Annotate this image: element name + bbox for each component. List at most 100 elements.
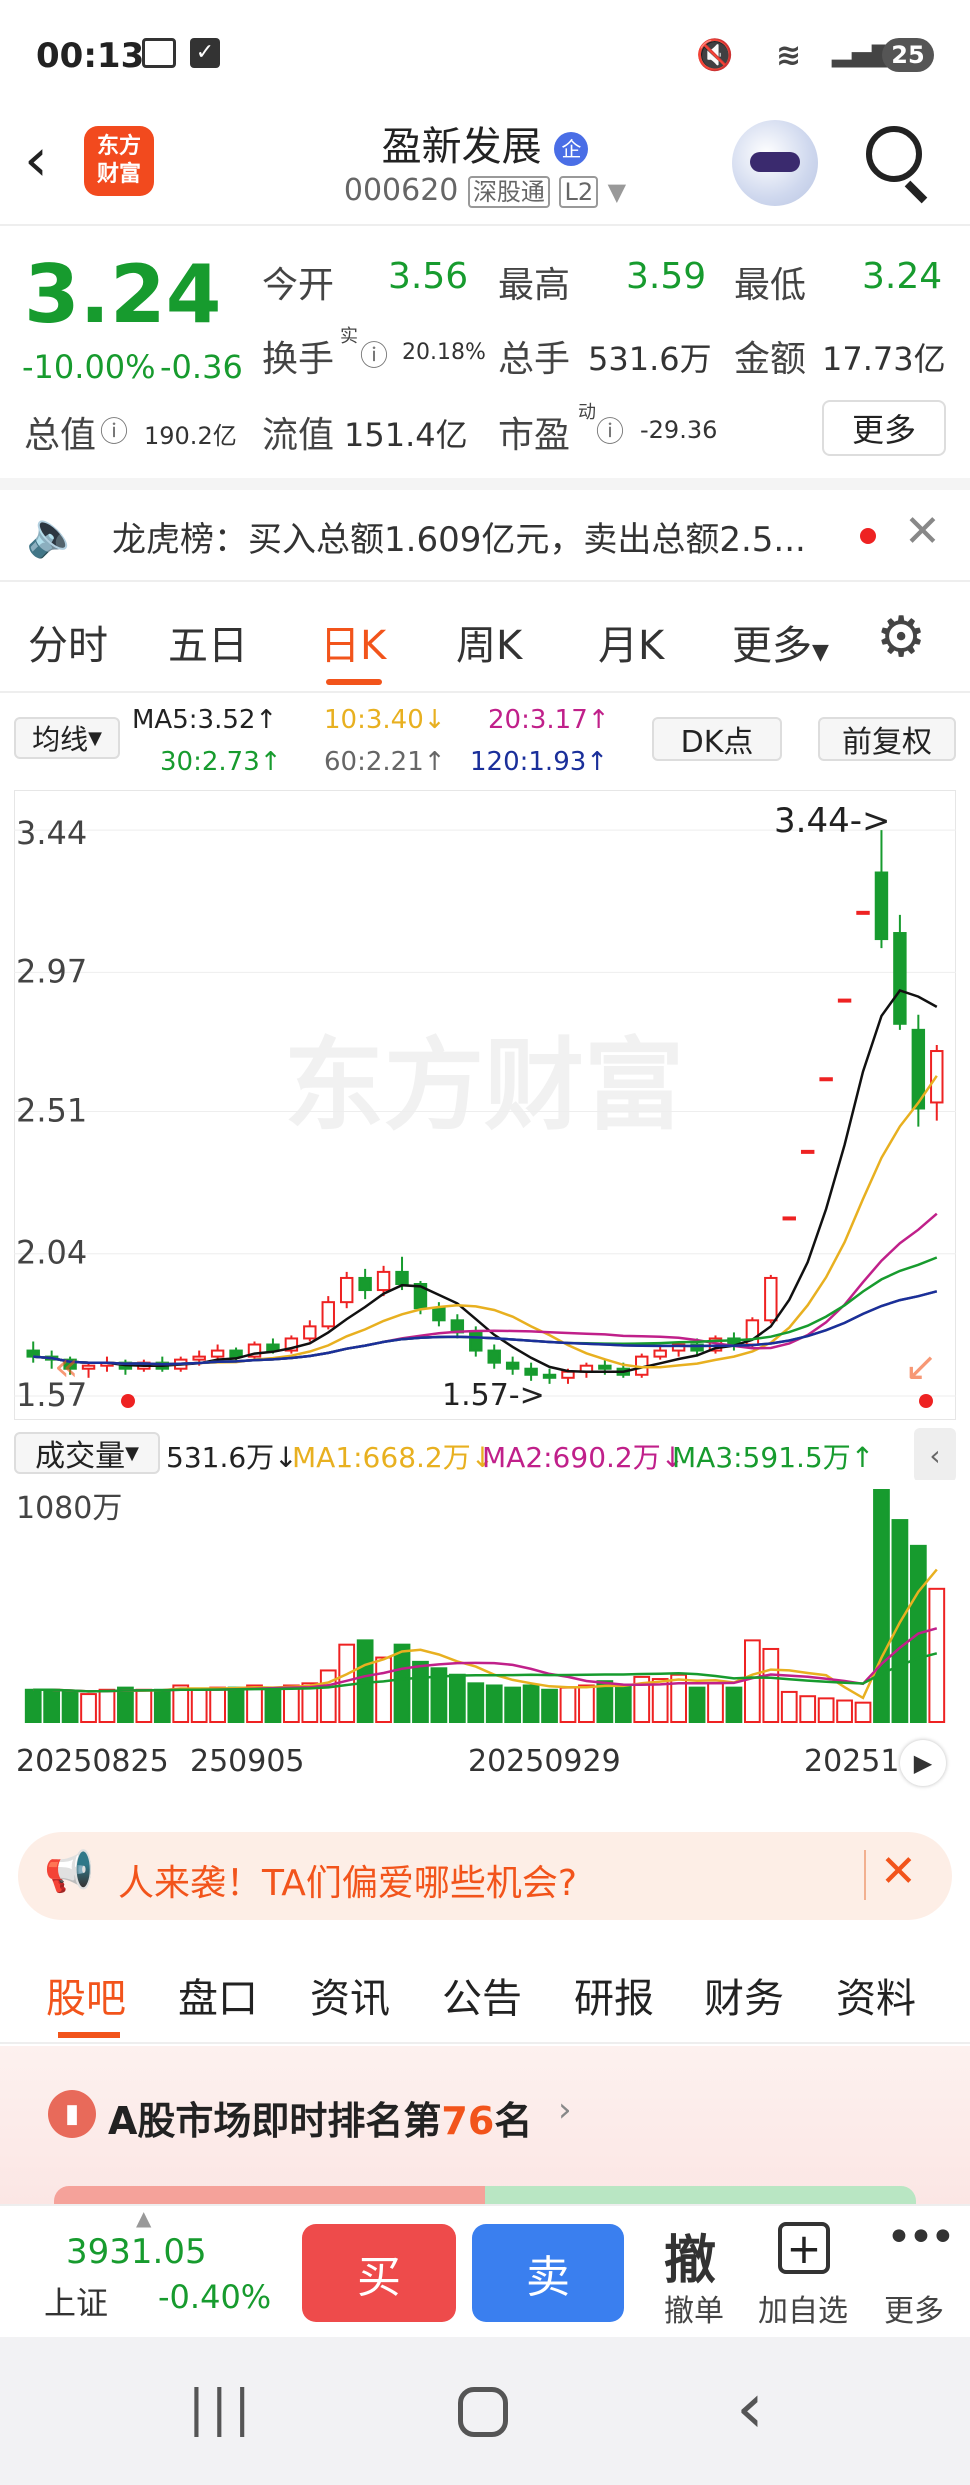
ma5-value: MA5:3.52↑ [132, 705, 278, 735]
candle-body [339, 1276, 354, 1304]
turnover-value: 20.18% [402, 340, 486, 365]
check-icon: ✓ [190, 38, 220, 68]
candle-body [893, 932, 907, 1025]
info-icon[interactable]: ⓘ [596, 410, 624, 450]
tab-guba[interactable]: 股吧 [46, 1966, 126, 2024]
low-label: 最低 [734, 265, 807, 306]
max-label: 3.44-> [774, 801, 890, 841]
tab-pankou[interactable]: 盘口 [178, 1966, 258, 2024]
tab-finance[interactable]: 财务 [704, 1966, 784, 2024]
kline-chart[interactable]: 东方财富 3.442.972.512.041.57 3.44-> 1.57-> … [14, 790, 956, 1420]
candle-body [81, 1364, 96, 1370]
candle-body [782, 1216, 796, 1221]
tab-profile[interactable]: 资料 [836, 1966, 916, 2024]
robot-avatar-icon[interactable] [732, 120, 818, 206]
add-watchlist-icon[interactable]: + [778, 2222, 830, 2274]
high-label: 最高 [498, 265, 571, 306]
candle-body [598, 1364, 612, 1370]
close-icon[interactable]: ✕ [904, 506, 941, 557]
scroll-right-icon[interactable]: ▶ [900, 1740, 946, 1786]
open-value: 3.56 [388, 256, 469, 297]
dk-point-button[interactable]: DK点 [652, 717, 782, 761]
promo-banner[interactable]: 📢 人来袭！TA们偏爱哪些机会? ✕ [18, 1832, 952, 1920]
volume-bar [375, 1656, 392, 1723]
volume-selector[interactable]: 成交量 ▼ [14, 1432, 160, 1474]
more-label[interactable]: 更多 [884, 2286, 944, 2330]
ma-selector[interactable]: 均线 ▼ [14, 717, 120, 759]
collapse-icon[interactable]: ‹ [914, 1428, 956, 1482]
volume-bar [117, 1686, 134, 1723]
stock-name: 盈新发展 [381, 124, 542, 170]
tab-weekly-k[interactable]: 周K [456, 613, 522, 671]
tab-news[interactable]: 资讯 [310, 1966, 390, 2024]
volume-bar [762, 1647, 780, 1724]
rank-suffix: 名 [494, 2099, 533, 2143]
marker-dot [919, 1394, 933, 1408]
recent-apps-icon[interactable]: ||| [188, 2379, 257, 2437]
volume-chart[interactable]: 1080万 [14, 1480, 956, 1728]
volume-bar [578, 1684, 595, 1723]
candle-body [542, 1373, 557, 1379]
mcap-label: 总值 [24, 415, 97, 456]
dropdown-icon: ▼ [812, 640, 829, 665]
chart-bar-icon: ▮ [48, 2090, 96, 2138]
candle-body [856, 910, 870, 915]
volume-bar [283, 1684, 300, 1723]
x-tick-label: 20251 [804, 1744, 900, 1779]
more-button[interactable]: 更多 [822, 400, 946, 456]
active-tab-indicator [58, 2032, 120, 2038]
volume-bar [836, 1699, 853, 1724]
index-value[interactable]: 3931.05 [66, 2232, 207, 2272]
system-nav-bar: ||| ‹ [0, 2337, 970, 2485]
index-change[interactable]: -0.40% [158, 2278, 271, 2316]
candle-body [800, 1149, 815, 1154]
sell-button[interactable]: 卖 [472, 2224, 624, 2322]
info-icon[interactable]: ⓘ [360, 334, 388, 374]
home-icon[interactable] [458, 2387, 508, 2437]
mute-icon: 🔇 [696, 38, 734, 73]
volume-legend: 成交量 ▼ 531.6万↓ MA1:668.2万↓ MA2:690.2万↓ MA3… [0, 1428, 970, 1482]
candle-body [524, 1367, 538, 1376]
back-nav-icon[interactable]: ‹ [736, 2367, 764, 2449]
tab-5day[interactable]: 五日 [168, 613, 248, 671]
lhb-notice[interactable]: 🔈 龙虎榜：买入总额1.609亿元，卖出总额2.5... ✕ [0, 490, 970, 582]
add-watchlist-label[interactable]: 加自选 [758, 2286, 848, 2330]
stock-code-row[interactable]: 000620 深股通 L2 ▼ [0, 172, 970, 208]
active-tab-indicator [326, 679, 382, 685]
ma-legend: 均线 ▼ MA5:3.52↑ 10:3.40↓ 20:3.17↑ 30:2.73↑… [0, 695, 970, 790]
info-icon[interactable]: ⓘ [100, 410, 128, 450]
adjust-button[interactable]: 前复权 [818, 717, 956, 761]
more-dots-icon[interactable]: ••• [886, 2212, 956, 2263]
turnover-label: 换手 [262, 339, 335, 380]
index-name[interactable]: 上证 [44, 2278, 108, 2324]
tab-intraday[interactable]: 分时 [28, 613, 108, 671]
divider [0, 478, 970, 490]
dropdown-icon: ▼ [125, 1442, 139, 1464]
cancel-order-label[interactable]: 撤单 [664, 2286, 724, 2330]
search-icon[interactable] [866, 126, 922, 182]
tab-monthly-k[interactable]: 月K [598, 613, 664, 671]
ma60-value: 60:2.21↑ [324, 747, 446, 777]
stock-code: 000620 [343, 173, 459, 208]
ma120-value: 120:1.93↑ [470, 747, 609, 777]
ma10-value: 10:3.40↓ [324, 705, 446, 735]
volume-bar [780, 1690, 798, 1723]
rank-number: 76 [441, 2099, 495, 2143]
volume-current: 531.6万↓ [166, 1441, 298, 1474]
tab-research[interactable]: 研报 [574, 1966, 654, 2024]
candle-body [764, 1276, 778, 1322]
tab-more[interactable]: 更多▼ [732, 613, 829, 671]
rank-card[interactable]: ▮ A股市场即时排名第76名 › [0, 2046, 970, 2216]
candle-body [819, 1077, 833, 1082]
buy-button[interactable]: 买 [302, 2224, 456, 2322]
candle-body [229, 1349, 243, 1358]
tab-daily-k[interactable]: 日K [320, 613, 386, 671]
close-icon[interactable]: ✕ [880, 1846, 917, 1897]
period-tabs: 分时 五日 日K 周K 月K 更多▼ ⚙ [0, 585, 970, 693]
candle-body [505, 1361, 520, 1370]
tab-announcements[interactable]: 公告 [442, 1966, 522, 2024]
candle-body [266, 1343, 280, 1352]
scroll-left-icon: « [54, 1344, 78, 1390]
cancel-order-icon[interactable]: 撤 [664, 2218, 716, 2293]
settings-icon[interactable]: ⚙ [876, 605, 926, 670]
